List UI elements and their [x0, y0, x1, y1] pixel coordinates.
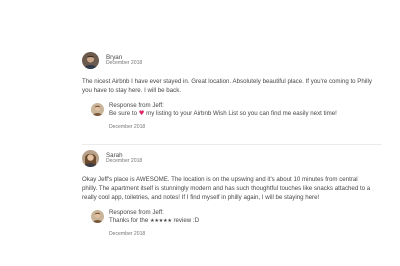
response-text: Be sure to ♥ my listing to your Airbnb W… — [109, 110, 349, 119]
reviewer-meta: Sarah December 2018 — [106, 152, 142, 165]
host-response: Response from Jeff: Be sure to ♥ my list… — [91, 102, 349, 130]
review-text: Okay Jeff's place is AWESOME. The locati… — [82, 176, 371, 202]
review-text: The nicest Airbnb I have ever stayed in.… — [82, 78, 372, 95]
host-avatar[interactable] — [91, 210, 104, 224]
response-date: December 2018 — [109, 123, 146, 130]
avatar[interactable] — [82, 149, 99, 167]
response-date: December 2018 — [109, 230, 146, 237]
host-response: Response from Jeff: Thanks for the ★★★★★… — [91, 209, 349, 237]
response-text-before: Thanks for the — [109, 217, 149, 225]
avatar[interactable] — [82, 51, 99, 69]
response-text: Thanks for the ★★★★★ review :D — [109, 217, 349, 226]
review-date: December 2018 — [106, 59, 143, 66]
review-item: Bryan December 2018 The nicest Airbnb I … — [82, 50, 382, 130]
response-title: Response from Jeff: — [109, 102, 164, 110]
reviewer-meta: Bryan December 2018 — [106, 54, 142, 67]
host-avatar[interactable] — [91, 103, 104, 117]
review-item: Sarah December 2018 Okay Jeff's place is… — [82, 148, 382, 237]
reviews-section: Bryan December 2018 The nicest Airbnb I … — [0, 0, 400, 266]
response-text-after: review :D — [173, 217, 200, 225]
heart-icon: ♥ — [138, 110, 145, 118]
review-header: Bryan December 2018 — [82, 50, 382, 70]
response-text-before: Be sure to — [109, 110, 137, 118]
star-rating: ★★★★★ — [149, 218, 172, 225]
review-header: Sarah December 2018 — [82, 148, 382, 168]
response-title: Response from Jeff: — [109, 209, 164, 217]
response-text-after: my listing to your Airbnb Wish List so y… — [146, 110, 337, 118]
divider — [82, 144, 382, 145]
review-date: December 2018 — [106, 157, 143, 164]
